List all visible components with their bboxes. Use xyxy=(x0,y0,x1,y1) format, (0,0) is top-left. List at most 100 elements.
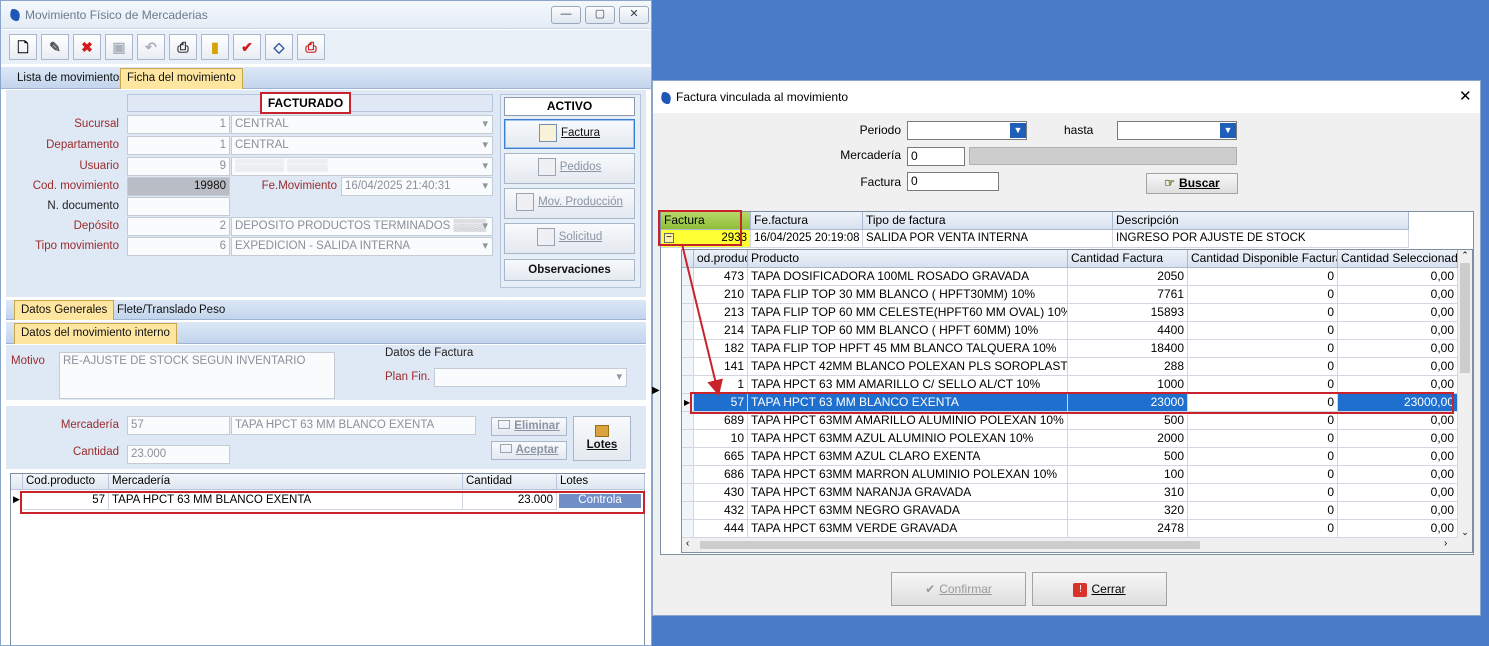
col-cantidad-disponible[interactable]: Cantidad Disponible Factura xyxy=(1188,250,1338,268)
mercaderia-code-field[interactable]: 57 xyxy=(127,416,230,435)
aceptar-button[interactable]: Aceptar xyxy=(491,441,567,460)
detail-row[interactable]: 141 TAPA HPCT 42MM BLANCO POLEXAN PLS SOR… xyxy=(682,358,1458,376)
detail-cell-producto[interactable]: TAPA FLIP TOP HPFT 45 MM BLANCO TALQUERA… xyxy=(748,340,1068,358)
row-indicator[interactable] xyxy=(682,502,694,520)
detail-row[interactable]: 213 TAPA FLIP TOP 60 MM CELESTE(HPFT60 MM… xyxy=(682,304,1458,322)
confirm-check-icon[interactable]: ✔ xyxy=(233,34,261,60)
detail-cell-cant[interactable]: 2050 xyxy=(1068,268,1188,286)
plan-fin-select[interactable] xyxy=(434,368,627,387)
detail-cell-cant[interactable]: 18400 xyxy=(1068,340,1188,358)
detail-row[interactable]: 432 TAPA HPCT 63MM NEGRO GRAVADA 320 0 0,00 xyxy=(682,502,1458,520)
detail-cell-cod[interactable]: 444 xyxy=(694,520,748,538)
detail-cell-producto[interactable]: TAPA HPCT 63MM VERDE GRAVADA xyxy=(748,520,1068,538)
tab-datos-generales[interactable]: Datos Generales xyxy=(14,300,115,320)
usuario-code-field[interactable]: 9 xyxy=(127,157,230,176)
detail-cell-cod[interactable]: 665 xyxy=(694,448,748,466)
detail-cell-producto[interactable]: TAPA HPCT 63MM AZUL ALUMINIO POLEXAN 10% xyxy=(748,430,1068,448)
detail-cell-sel[interactable]: 0,00 xyxy=(1338,286,1458,304)
row-indicator[interactable] xyxy=(682,466,694,484)
tab-peso[interactable]: Peso xyxy=(192,300,232,320)
eraser-icon[interactable]: ◇ xyxy=(265,34,293,60)
detail-cell-sel[interactable]: 0,00 xyxy=(1338,304,1458,322)
tab-lista-movimientos[interactable]: Lista de movimientos xyxy=(10,68,132,89)
detail-cell-cant[interactable]: 288 xyxy=(1068,358,1188,376)
eliminar-button[interactable]: Eliminar xyxy=(491,417,567,436)
col-mercaderia[interactable]: Mercadería xyxy=(109,474,463,490)
detail-cell-cant[interactable]: 500 xyxy=(1068,412,1188,430)
detail-cell-producto[interactable]: TAPA HPCT 42MM BLANCO POLEXAN PLS SOROPL… xyxy=(748,358,1068,376)
motivo-textarea[interactable]: RE-AJUSTE DE STOCK SEGUN INVENTARIO xyxy=(59,352,335,399)
buscar-button[interactable]: ☞ Buscar xyxy=(1146,173,1238,194)
detail-row[interactable]: 214 TAPA FLIP TOP 60 MM BLANCO ( HPFT 60M… xyxy=(682,322,1458,340)
detail-cell-disp[interactable]: 0 xyxy=(1188,358,1338,376)
mercaderia-filter-field[interactable]: 0 xyxy=(907,147,965,166)
col-tipo-factura[interactable]: Tipo de factura xyxy=(863,212,1113,230)
detail-cell-disp[interactable]: 0 xyxy=(1188,430,1338,448)
detail-row[interactable]: 689 TAPA HPCT 63MM AMARILLO ALUMINIO POLE… xyxy=(682,412,1458,430)
tab-ficha-movimiento[interactable]: Ficha del movimiento xyxy=(120,68,243,89)
detail-cell-producto[interactable]: TAPA FLIP TOP 60 MM CELESTE(HPFT60 MM OV… xyxy=(748,304,1068,322)
col-cantidad-factura[interactable]: Cantidad Factura xyxy=(1068,250,1188,268)
detail-cell-disp[interactable]: 0 xyxy=(1188,304,1338,322)
tipo-movimiento-code-field[interactable]: 6 xyxy=(127,237,230,256)
factura-button[interactable]: Factura xyxy=(504,119,635,149)
detail-cell-disp[interactable]: 0 xyxy=(1188,448,1338,466)
exit-door-icon[interactable]: ▮ xyxy=(201,34,229,60)
detail-cell-cod[interactable]: 686 xyxy=(694,466,748,484)
tab-flete-translado[interactable]: Flete/Translado xyxy=(110,300,203,320)
edit-document-icon[interactable]: ✎ xyxy=(41,34,69,60)
detail-cell-cod[interactable]: 432 xyxy=(694,502,748,520)
detail-cell-sel[interactable]: 0,00 xyxy=(1338,340,1458,358)
lotes-button[interactable]: Lotes xyxy=(573,416,631,461)
hasta-dropdown-icon[interactable]: ▼ xyxy=(1220,123,1236,138)
periodo-dropdown-icon[interactable]: ▼ xyxy=(1010,123,1026,138)
detail-cell-cant[interactable]: 500 xyxy=(1068,448,1188,466)
mov-produccion-button[interactable]: Mov. Producción xyxy=(504,188,635,219)
detail-cell-producto[interactable]: TAPA DOSIFICADORA 100ML ROSADO GRAVADA xyxy=(748,268,1068,286)
detail-cell-sel[interactable]: 0,00 xyxy=(1338,358,1458,376)
detail-cell-sel[interactable]: 0,00 xyxy=(1338,448,1458,466)
departamento-select[interactable]: CENTRAL xyxy=(231,136,493,155)
detail-row[interactable]: 430 TAPA HPCT 63MM NARANJA GRAVADA 310 0 0,0… xyxy=(682,484,1458,502)
scroll-right-icon[interactable]: › xyxy=(1444,538,1447,549)
close-button[interactable]: ✕ xyxy=(619,6,649,24)
col-lotes[interactable]: Lotes xyxy=(557,474,645,490)
row-indicator[interactable] xyxy=(682,484,694,502)
mercaderia-name-field[interactable]: TAPA HPCT 63 MM BLANCO EXENTA xyxy=(231,416,476,435)
detail-cell-disp[interactable]: 0 xyxy=(1188,340,1338,358)
detail-cell-sel[interactable]: 0,00 xyxy=(1338,322,1458,340)
minimize-button[interactable]: — xyxy=(551,6,581,24)
periodo-combo[interactable] xyxy=(907,121,1027,140)
maximize-button[interactable]: ▢ xyxy=(585,6,615,24)
print-icon[interactable]: ⎙ xyxy=(169,34,197,60)
col-cantidad-seleccionada[interactable]: Cantidad Seleccionada xyxy=(1338,250,1458,268)
invoice-date-cell[interactable]: 16/04/2025 20:19:08 xyxy=(751,230,863,248)
invoice-desc-cell[interactable]: INGRESO POR AJUSTE DE STOCK xyxy=(1113,230,1409,248)
deposito-select[interactable]: DEPOSITO PRODUCTOS TERMINADOS ▒▒▒▒ xyxy=(231,217,493,236)
detail-cell-cant[interactable]: 320 xyxy=(1068,502,1188,520)
cantidad-field[interactable]: 23.000 xyxy=(127,445,230,464)
pedidos-button[interactable]: Pedidos xyxy=(504,153,635,184)
detail-cell-disp[interactable]: 0 xyxy=(1188,322,1338,340)
save-icon[interactable]: ▣ xyxy=(105,34,133,60)
detail-cell-cod[interactable]: 689 xyxy=(694,412,748,430)
detail-cell-cant[interactable]: 2478 xyxy=(1068,520,1188,538)
print-red-icon[interactable]: ⎙ xyxy=(297,34,325,60)
col-fe-factura[interactable]: Fe.factura xyxy=(751,212,863,230)
detail-cell-cant[interactable]: 2000 xyxy=(1068,430,1188,448)
detail-cell-sel[interactable]: 0,00 xyxy=(1338,430,1458,448)
detail-cell-producto[interactable]: TAPA HPCT 63MM NEGRO GRAVADA xyxy=(748,502,1068,520)
invoice-type-cell[interactable]: SALIDA POR VENTA INTERNA xyxy=(863,230,1113,248)
cerrar-button[interactable]: ! Cerrar xyxy=(1032,572,1167,606)
col-cod-producto[interactable]: Cod.producto xyxy=(23,474,109,490)
horizontal-scrollbar[interactable]: ‹ › xyxy=(682,538,1472,552)
sucursal-select[interactable]: CENTRAL xyxy=(231,115,493,134)
detail-cell-sel[interactable]: 0,00 xyxy=(1338,412,1458,430)
factura-filter-field[interactable]: 0 xyxy=(907,172,999,191)
scroll-left-icon[interactable]: ‹ xyxy=(686,538,689,549)
scroll-up-icon[interactable]: ⌃ xyxy=(1458,250,1472,261)
detail-row[interactable]: 182 TAPA FLIP TOP HPFT 45 MM BLANCO TALQU… xyxy=(682,340,1458,358)
detail-cell-cant[interactable]: 310 xyxy=(1068,484,1188,502)
tab-datos-movimiento-interno[interactable]: Datos del movimiento interno xyxy=(14,323,177,344)
detail-row[interactable]: 665 TAPA HPCT 63MM AZUL CLARO EXENTA 500 0 0… xyxy=(682,448,1458,466)
